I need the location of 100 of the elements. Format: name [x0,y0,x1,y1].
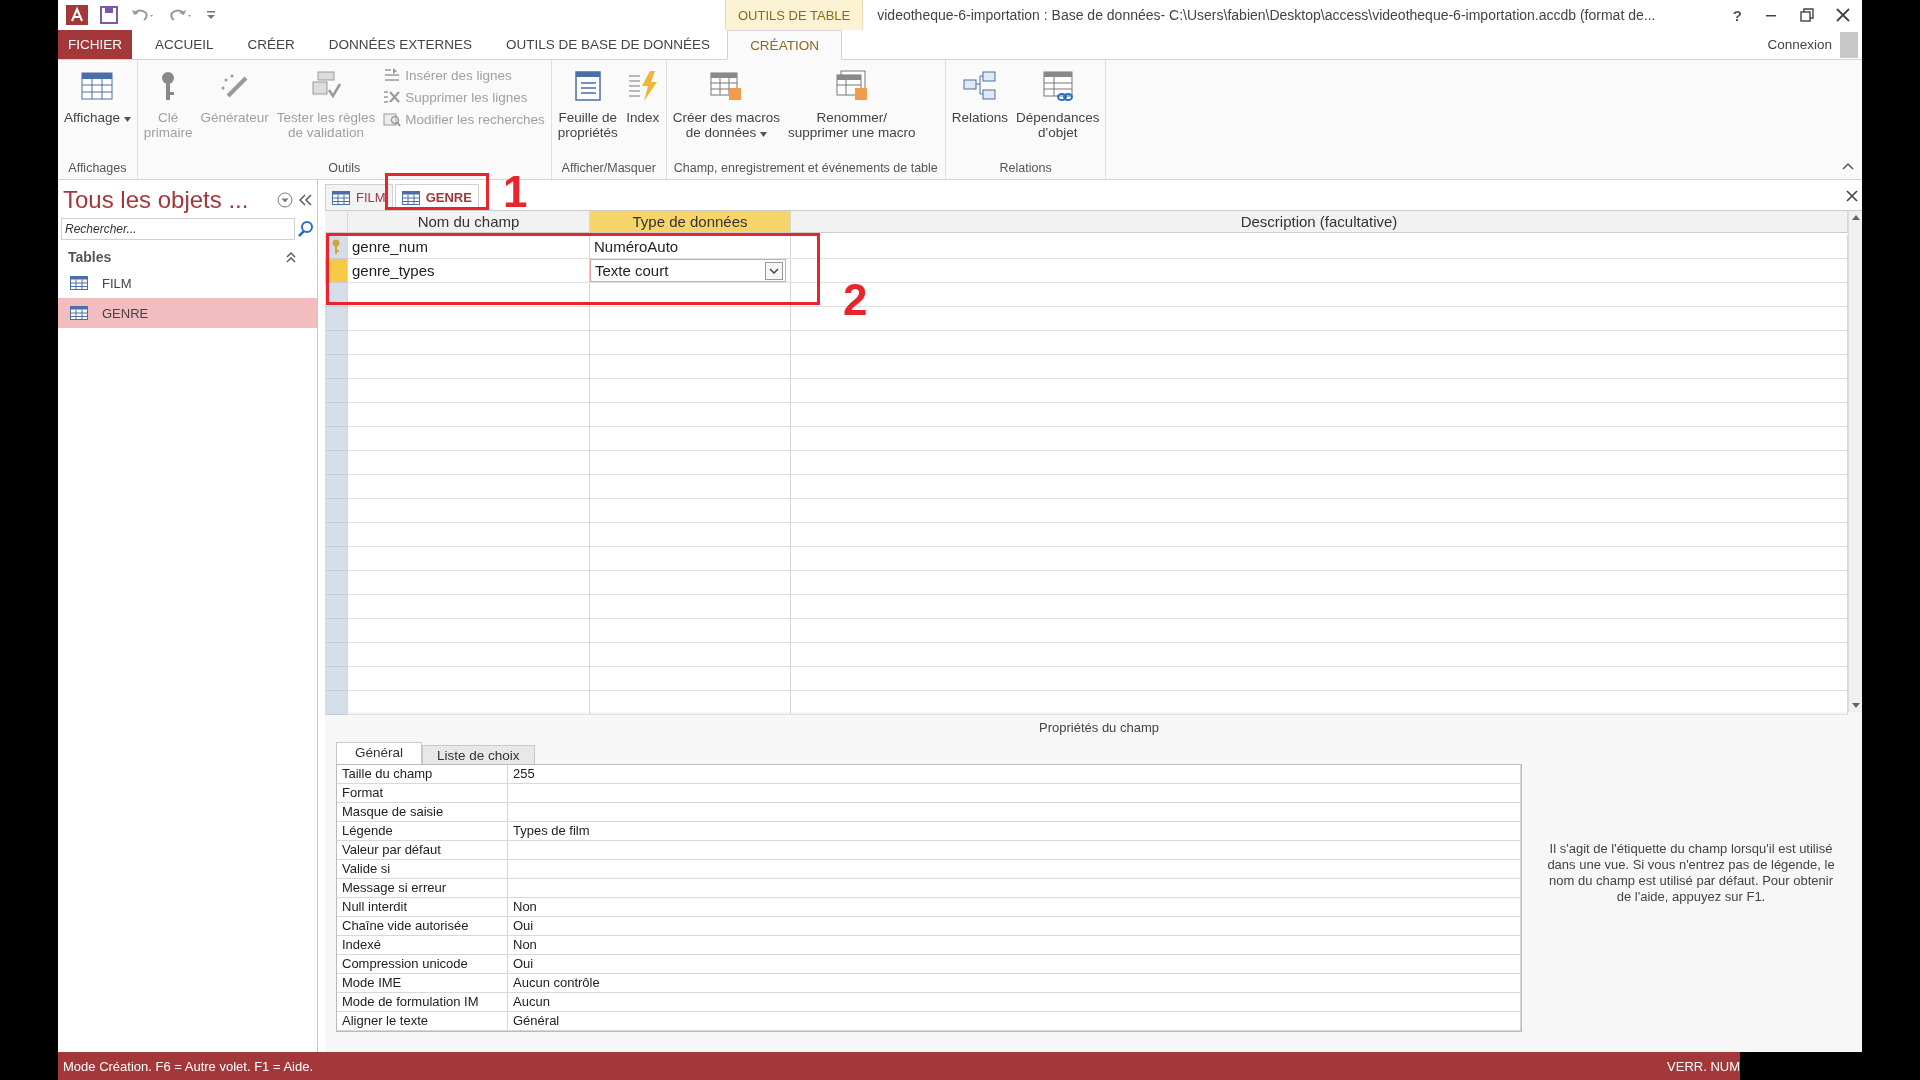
property-value[interactable]: Non [508,936,1521,955]
grid-cell[interactable] [590,427,791,451]
ribbon-button[interactable]: Dépendances d'objet [1013,64,1103,159]
grid-cell[interactable] [348,667,590,691]
grid-cell[interactable] [590,331,791,355]
grid-cell[interactable] [791,379,1848,403]
collapse-pane-icon[interactable] [299,194,313,206]
grid-cell[interactable] [590,355,791,379]
ribbon-tab[interactable]: ACCUEIL [138,30,231,59]
grid-cell[interactable] [590,379,791,403]
grid-cell[interactable] [791,403,1848,427]
property-value[interactable] [508,841,1521,860]
grid-cell[interactable] [348,523,590,547]
ribbon-button[interactable]: Affichage [61,64,134,159]
grid-cell[interactable] [348,331,590,355]
grid-cell[interactable] [791,499,1848,523]
document-tab[interactable]: GENRE [394,184,479,210]
grid-cell[interactable] [590,619,791,643]
grid-cell[interactable] [348,595,590,619]
ribbon-button[interactable]: Index [622,64,663,159]
ribbon-tab[interactable]: FICHIER [58,30,132,59]
property-value[interactable] [508,784,1521,803]
grid-cell[interactable] [348,379,590,403]
property-value[interactable] [508,803,1521,822]
grid-cell[interactable] [590,475,791,499]
grid-cell[interactable] [590,499,791,523]
property-value[interactable] [508,879,1521,898]
grid-cell[interactable] [590,547,791,571]
ribbon-button[interactable]: Feuille de propriétés [554,64,621,159]
property-value[interactable]: Général [508,1012,1521,1031]
help-button[interactable]: ? [1732,6,1742,24]
grid-corner[interactable] [325,211,348,233]
grid-cell[interactable] [791,619,1848,643]
description-cell[interactable] [791,235,1848,259]
group-header[interactable]: Tables [68,249,112,265]
scroll-up-icon[interactable] [1851,215,1860,220]
search-field[interactable]: Rechercher... [61,218,295,240]
data-type-cell[interactable]: NuméroAuto [590,235,791,259]
grid-cell[interactable] [348,619,590,643]
property-value[interactable]: Aucun contrôle [508,974,1521,993]
grid-cell[interactable] [348,547,590,571]
grid-cell[interactable] [791,331,1848,355]
grid-cell[interactable] [791,427,1848,451]
grid-cell[interactable] [791,355,1848,379]
grid-cell[interactable] [791,571,1848,595]
grid-cell[interactable] [348,427,590,451]
grid-cell[interactable] [348,283,590,307]
ribbon-button[interactable]: Renommer/ supprimer une macro [785,64,919,159]
sign-in-link[interactable]: Connexion [1767,37,1832,52]
grid-cell[interactable] [590,571,791,595]
grid-cell[interactable] [590,667,791,691]
property-value[interactable]: Types de film [508,822,1521,841]
grid-cell[interactable] [590,451,791,475]
property-tab[interactable]: Général [336,742,423,765]
grid-cell[interactable] [590,307,791,331]
ribbon-tab[interactable]: CRÉATION [727,30,842,60]
property-value[interactable]: Aucun [508,993,1521,1012]
column-header[interactable]: Nom du champ [348,211,590,233]
grid-cell[interactable] [791,643,1848,667]
property-value[interactable]: Oui [508,955,1521,974]
ribbon-tab[interactable]: DONNÉES EXTERNES [311,30,490,59]
navigation-item[interactable]: GENRE [58,298,317,328]
grid-cell[interactable] [590,643,791,667]
property-tab[interactable]: Liste de choix [422,745,535,765]
avatar-icon[interactable] [1840,31,1858,58]
grid-cell[interactable] [791,547,1848,571]
description-cell[interactable] [791,259,1848,283]
grid-cell[interactable] [348,403,590,427]
grid-cell[interactable] [348,691,590,715]
property-value[interactable]: 255 [508,765,1521,784]
ribbon-tab[interactable]: OUTILS DE BASE DE DONNÉES [489,30,728,59]
grid-cell[interactable] [791,667,1848,691]
ribbon-tab[interactable]: CRÉER [230,30,312,59]
grid-cell[interactable] [590,691,791,715]
grid-cell[interactable] [791,475,1848,499]
collapse-group-icon[interactable] [285,251,297,263]
grid-cell[interactable] [348,643,590,667]
scrollbar[interactable] [1848,211,1862,712]
grid-cell[interactable] [791,595,1848,619]
grid-cell[interactable] [348,571,590,595]
save-icon[interactable] [100,6,118,24]
grid-cell[interactable] [348,475,590,499]
close-icon[interactable] [1836,8,1850,22]
grid-cell[interactable] [348,499,590,523]
ribbon-button[interactable]: Relations [948,64,1012,159]
property-value[interactable]: Non [508,898,1521,917]
grid-cell[interactable] [590,403,791,427]
navigation-item[interactable]: FILM [58,268,317,298]
grid-cell[interactable] [590,523,791,547]
grid-cell[interactable] [348,355,590,379]
access-logo-icon[interactable] [66,5,88,25]
close-icon[interactable] [1846,190,1858,202]
property-value[interactable]: Oui [508,917,1521,936]
document-tab[interactable]: FILM [325,184,393,210]
grid-cell[interactable] [590,283,791,307]
column-header[interactable]: Type de données [590,211,791,233]
grid-cell[interactable] [348,307,590,331]
scroll-down-icon[interactable] [1851,703,1860,708]
ribbon-button[interactable]: Créer des macros de données [669,64,784,159]
grid-cell[interactable] [791,523,1848,547]
